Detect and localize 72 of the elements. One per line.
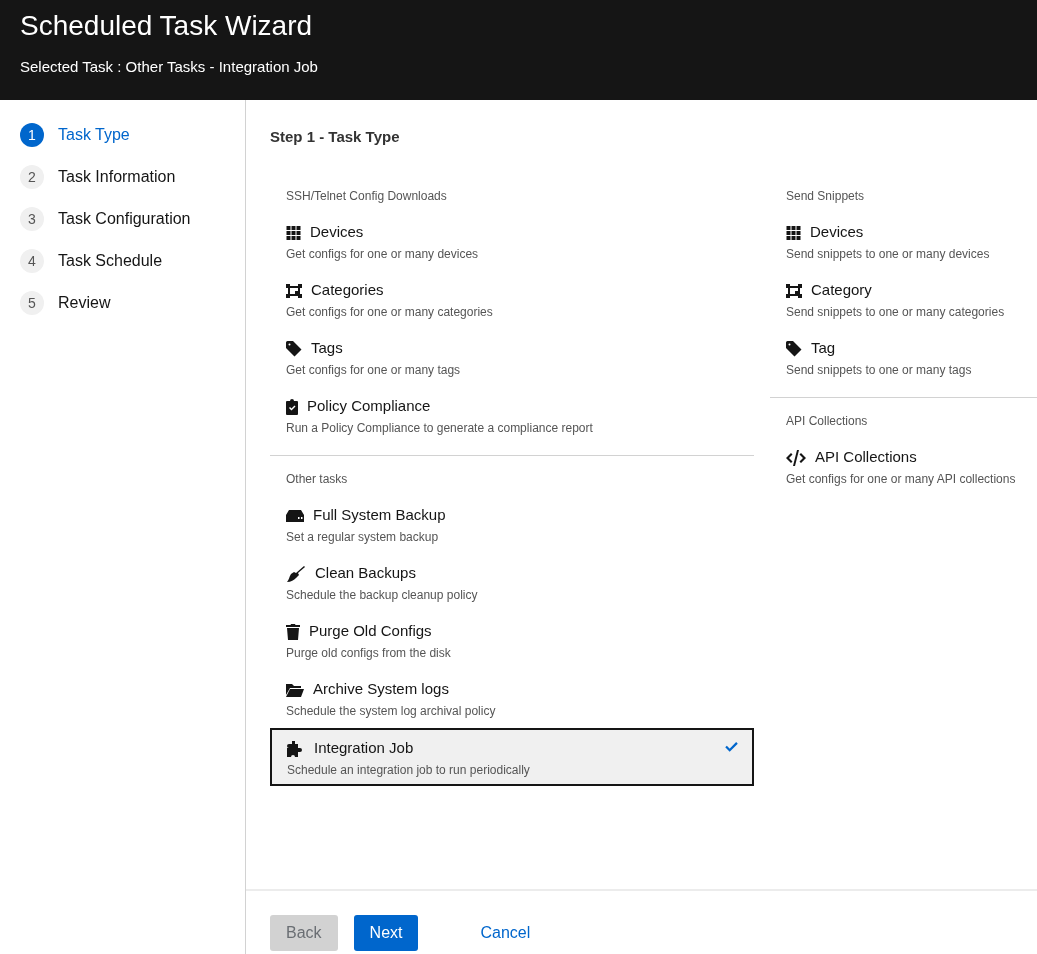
option-title: API Collections — [815, 447, 917, 468]
group-heading: Send Snippets — [785, 188, 866, 203]
puzzle-icon — [287, 740, 305, 757]
task-option[interactable]: Full System Backup Set a regular system backup — [270, 495, 754, 554]
folder-icon — [286, 682, 304, 697]
option-title: Policy Compliance — [307, 396, 431, 417]
group-heading: API Collections — [785, 413, 869, 428]
option-description: Schedule an integration job to run periodically — [287, 761, 531, 779]
option-description: Schedule the system log archival policy — [286, 702, 497, 720]
step-link[interactable]: Task Information — [58, 165, 176, 189]
option-description: Get configs for one or many tags — [286, 361, 462, 379]
task-option[interactable]: Integration Job Schedule an integration job to run periodically — [270, 727, 754, 786]
check-icon — [725, 741, 738, 752]
grid-icon — [786, 225, 801, 240]
task-option[interactable]: Category Send snippets to one or many categories — [770, 270, 1037, 329]
step-link[interactable]: Task Type — [58, 123, 130, 147]
code-icon — [786, 449, 806, 466]
category-icon — [786, 283, 802, 298]
option-description: Get configs for one or many devices — [286, 245, 480, 263]
task-option[interactable]: API Collections Get configs for one or many API collections — [770, 437, 1037, 496]
wizard-title: Scheduled Task Wizard — [20, 9, 314, 43]
step-number: 2 — [20, 165, 44, 189]
step-link[interactable]: Task Configuration — [58, 207, 191, 231]
task-option[interactable]: Devices Send snippets to one or many devices — [770, 212, 1037, 271]
tag-icon — [786, 340, 802, 357]
cancel-link[interactable]: Cancel — [464, 915, 547, 951]
drive-icon — [286, 509, 304, 522]
wizard-subtitle: Selected Task : Other Tasks - Integration Job — [20, 57, 319, 77]
group-heading: SSH/Telnet Config Downloads — [285, 188, 448, 203]
step-number: 1 — [20, 123, 44, 147]
task-option[interactable]: Purge Old Configs Purge old configs from the disk — [270, 611, 754, 670]
option-title: Devices — [810, 222, 864, 243]
grid-icon — [286, 225, 301, 240]
option-title: Tag — [811, 338, 836, 359]
option-title: Clean Backups — [315, 563, 416, 584]
option-description: Schedule the backup cleanup policy — [286, 586, 479, 604]
step-number: 3 — [20, 207, 44, 231]
step-title: Step 1 - Task Type — [270, 127, 401, 147]
group-heading: Other tasks — [285, 471, 349, 486]
option-description: Get configs for one or many API collections — [786, 470, 1017, 488]
task-option[interactable]: Archive System logs Schedule the system log archival policy — [270, 669, 754, 728]
step-number: 5 — [20, 291, 44, 315]
option-description: Get configs for one or many categories — [286, 303, 494, 321]
option-title: Archive System logs — [313, 679, 449, 700]
option-title: Devices — [310, 222, 364, 243]
option-title: Full System Backup — [313, 505, 446, 526]
option-description: Purge old configs from the disk — [286, 644, 452, 662]
step-number: 4 — [20, 249, 44, 273]
option-description: Send snippets to one or many tags — [786, 361, 973, 379]
option-description: Set a regular system backup — [286, 528, 440, 546]
option-description: Run a Policy Compliance to generate a compliance report — [286, 419, 594, 437]
clipboard-icon — [286, 398, 298, 415]
task-option[interactable]: Tags Get configs for one or many tags — [270, 328, 754, 387]
option-title: Purge Old Configs — [309, 621, 432, 642]
category-icon — [286, 283, 302, 298]
trash-icon — [286, 623, 300, 640]
task-option[interactable]: Policy Compliance Run a Policy Compliance to generate a compliance report — [270, 386, 754, 445]
option-description: Send snippets to one or many categories — [786, 303, 1006, 321]
broom-icon — [286, 565, 306, 582]
option-title: Category — [811, 280, 872, 301]
option-title: Integration Job — [314, 738, 414, 759]
task-option[interactable]: Categories Get configs for one or many categories — [270, 270, 754, 329]
task-option[interactable]: Clean Backups Schedule the backup cleanup policy — [270, 553, 754, 612]
step-link[interactable]: Task Schedule — [58, 249, 163, 273]
tag-icon — [286, 340, 302, 357]
option-title: Tags — [311, 338, 343, 359]
next-button[interactable]: Next — [353, 915, 419, 951]
option-description: Send snippets to one or many devices — [786, 245, 991, 263]
task-option[interactable]: Tag Send snippets to one or many tags — [770, 328, 1037, 387]
task-option[interactable]: Devices Get configs for one or many devices — [270, 212, 754, 271]
step-link[interactable]: Review — [58, 291, 111, 315]
option-title: Categories — [311, 280, 384, 301]
